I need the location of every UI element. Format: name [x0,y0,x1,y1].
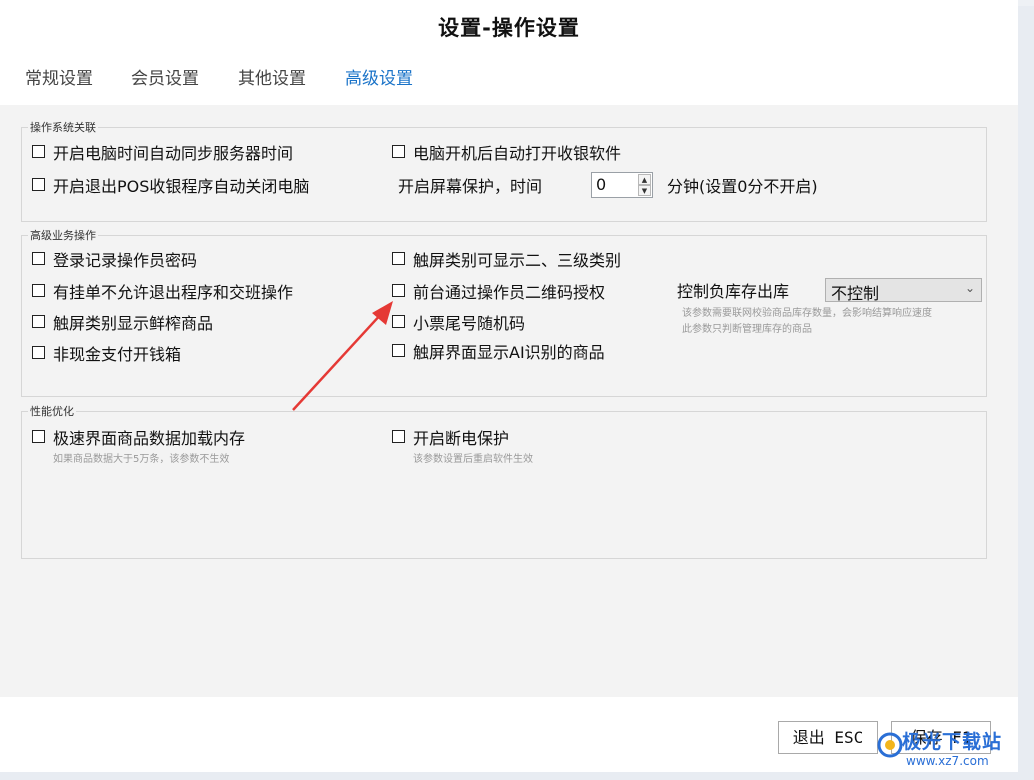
checkbox-box[interactable] [392,252,405,265]
settings-content: 操作系统关联 开启电脑时间自动同步服务器时间 电脑开机后自动打开收银软件 开启退… [0,105,1018,697]
checkbox-box[interactable] [32,346,45,359]
receipt-random-label: 小票尾号随机码 [413,314,526,333]
auto-sync-time-checkbox[interactable]: 开启电脑时间自动同步服务器时间 [32,144,293,164]
auto-open-pos-label: 电脑开机后自动打开收银软件 [413,144,622,163]
watermark: 极光下载站 www.xz7.com [876,727,1026,775]
watermark-url: www.xz7.com [906,754,989,768]
shutdown-on-exit-checkbox[interactable]: 开启退出POS收银程序自动关闭电脑 [32,177,309,197]
negative-stock-value: 不控制 [831,284,880,303]
checkbox-box[interactable] [32,252,45,265]
group-performance-legend: 性能优化 [28,403,76,419]
cache-goods-hint: 如果商品数据大于5万条，该参数不生效 [53,454,230,465]
group-business: 高级业务操作 登录记录操作员密码 有挂单不允许退出程序和交班操作 触屏类别显示鲜… [21,227,987,397]
negative-stock-label: 控制负库存出库 [677,282,790,301]
checkbox-box[interactable] [32,145,45,158]
noncash-drawer-checkbox[interactable]: 非现金支付开钱箱 [32,345,181,365]
settings-dialog: 设置-操作设置 常规设置 会员设置 其他设置 高级设置 操作系统关联 开启电脑时… [0,0,1018,772]
pending-no-exit-label: 有挂单不允许退出程序和交班操作 [53,283,294,302]
tab-other[interactable]: 其他设置 [238,64,306,89]
group-system: 操作系统关联 开启电脑时间自动同步服务器时间 电脑开机后自动打开收银软件 开启退… [21,119,987,222]
auto-sync-time-label: 开启电脑时间自动同步服务器时间 [53,144,294,163]
shutdown-on-exit-label: 开启退出POS收银程序自动关闭电脑 [53,177,310,196]
negative-stock-hint-2: 此参数只判断管理库存的商品 [682,324,812,335]
spin-down-icon[interactable]: ▼ [638,185,651,196]
screensaver-minutes-value: 0 [596,175,607,194]
screensaver-suffix: 分钟(设置0分不开启) [667,177,818,196]
pending-no-exit-checkbox[interactable]: 有挂单不允许退出程序和交班操作 [32,283,293,303]
checkbox-box[interactable] [392,430,405,443]
screensaver-minutes-input[interactable]: 0 ▲ ▼ [591,172,653,198]
spin-up-icon[interactable]: ▲ [638,174,651,185]
touch-subcategory-label: 触屏类别可显示二、三级类别 [413,251,622,270]
checkbox-box[interactable] [32,284,45,297]
negative-stock-select[interactable]: 不控制 ⌄ [825,278,982,303]
cache-goods-label: 极速界面商品数据加载内存 [53,429,246,448]
power-protect-hint: 该参数设置后重启软件生效 [413,454,533,465]
group-system-legend: 操作系统关联 [28,119,98,135]
negative-stock-hint-1: 该参数需要联网校验商品库存数量，会影响结算响应速度 [682,308,932,319]
record-password-checkbox[interactable]: 登录记录操作员密码 [32,251,197,271]
touch-ai-label: 触屏界面显示AI识别的商品 [413,343,605,362]
touch-subcategory-checkbox[interactable]: 触屏类别可显示二、三级类别 [392,251,621,271]
checkbox-box[interactable] [32,315,45,328]
exit-button[interactable]: 退出 ESC [778,721,878,754]
checkbox-box[interactable] [392,315,405,328]
screensaver-label: 开启屏幕保护，时间 [398,177,543,196]
power-protect-checkbox[interactable]: 开启断电保护 [392,429,509,449]
auto-open-pos-checkbox[interactable]: 电脑开机后自动打开收银软件 [392,144,621,164]
tab-advanced[interactable]: 高级设置 [345,64,413,89]
checkbox-box[interactable] [32,178,45,191]
tab-general[interactable]: 常规设置 [25,64,93,89]
qr-authorize-label: 前台通过操作员二维码授权 [413,283,606,302]
power-protect-label: 开启断电保护 [413,429,510,448]
checkbox-box[interactable] [32,430,45,443]
dialog-title: 设置-操作设置 [438,16,580,40]
tab-member[interactable]: 会员设置 [131,64,199,89]
record-password-label: 登录记录操作员密码 [53,251,198,270]
noncash-drawer-label: 非现金支付开钱箱 [53,345,182,364]
checkbox-box[interactable] [392,145,405,158]
cache-goods-checkbox[interactable]: 极速界面商品数据加载内存 [32,429,245,449]
touch-ai-checkbox[interactable]: 触屏界面显示AI识别的商品 [392,343,605,363]
dialog-footer: 退出 ESC 保存 F1 [0,697,1018,772]
touch-fresh-label: 触屏类别显示鲜榨商品 [53,314,214,333]
watermark-text: 极光下载站 [902,731,1003,753]
watermark-logo-icon [877,732,903,758]
checkbox-box[interactable] [392,284,405,297]
receipt-random-checkbox[interactable]: 小票尾号随机码 [392,314,525,334]
qr-authorize-checkbox[interactable]: 前台通过操作员二维码授权 [392,283,605,303]
chevron-down-icon: ⌄ [964,281,975,295]
checkbox-box[interactable] [392,344,405,357]
touch-fresh-checkbox[interactable]: 触屏类别显示鲜榨商品 [32,314,213,334]
group-business-legend: 高级业务操作 [28,227,98,243]
group-performance: 性能优化 极速界面商品数据加载内存 如果商品数据大于5万条，该参数不生效 开启断… [21,403,987,559]
